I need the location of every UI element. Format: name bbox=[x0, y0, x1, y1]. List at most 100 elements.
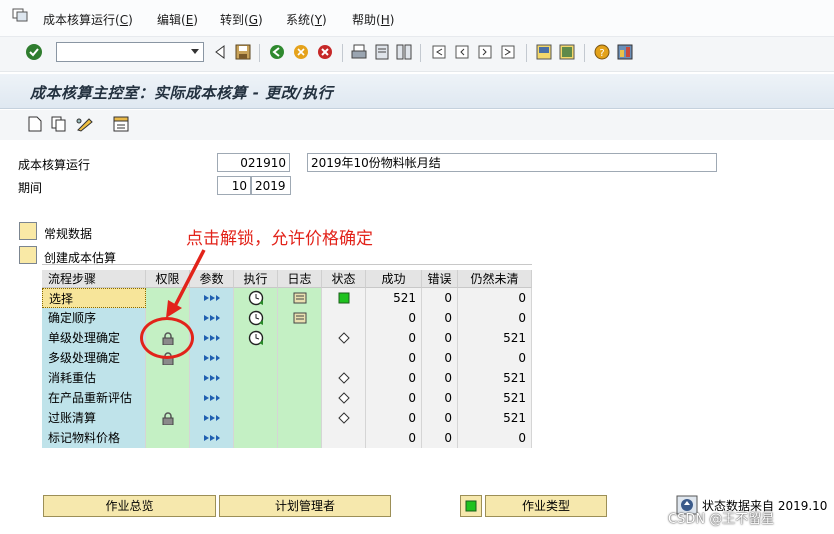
error-count: 0 bbox=[444, 311, 452, 325]
header-success: 成功 bbox=[366, 270, 422, 288]
open-count: 0 bbox=[518, 351, 526, 365]
find-next-icon[interactable] bbox=[395, 43, 413, 61]
status-green-button[interactable] bbox=[460, 495, 482, 517]
command-field[interactable] bbox=[56, 42, 204, 62]
open-count: 521 bbox=[503, 411, 526, 425]
step-mark-material-prices[interactable]: 标记物料价格 bbox=[42, 428, 146, 448]
status-diamond-icon bbox=[322, 408, 366, 428]
back-triangle-icon[interactable] bbox=[211, 43, 229, 61]
error-count: 0 bbox=[444, 331, 452, 345]
success-count: 521 bbox=[393, 291, 416, 305]
open-count: 521 bbox=[503, 391, 526, 405]
header-status: 状态 bbox=[322, 270, 366, 288]
print-icon[interactable] bbox=[350, 43, 368, 61]
error-count: 0 bbox=[444, 411, 452, 425]
application-toolbar bbox=[0, 110, 834, 140]
standard-toolbar: ? bbox=[0, 36, 834, 72]
header-errors: 错误 bbox=[422, 270, 458, 288]
step-post-closing[interactable]: 过账清算 bbox=[42, 408, 146, 428]
back-icon[interactable] bbox=[268, 43, 286, 61]
parameter-icon[interactable] bbox=[190, 348, 234, 368]
parameter-icon[interactable] bbox=[190, 328, 234, 348]
annotation-circle bbox=[140, 317, 194, 359]
execute-clock-icon[interactable] bbox=[234, 308, 278, 328]
general-data-label[interactable]: 常规数据 bbox=[44, 225, 92, 242]
parameter-icon[interactable] bbox=[190, 428, 234, 448]
year-field[interactable]: 2019 bbox=[251, 176, 291, 195]
previous-page-icon[interactable] bbox=[453, 43, 471, 61]
last-page-icon[interactable] bbox=[499, 43, 517, 61]
exit-icon[interactable] bbox=[292, 43, 310, 61]
log-scroll-icon[interactable] bbox=[278, 288, 322, 308]
display-doc-icon[interactable] bbox=[112, 115, 130, 133]
log-scroll-icon[interactable] bbox=[278, 308, 322, 328]
costing-run-id-field[interactable]: 021910 bbox=[217, 153, 290, 172]
new-session-icon[interactable] bbox=[535, 43, 553, 61]
status-diamond-icon bbox=[322, 328, 366, 348]
error-count: 0 bbox=[444, 371, 452, 385]
annotation-arrow bbox=[166, 249, 206, 318]
job-type-button[interactable]: 作业类型 bbox=[485, 495, 607, 517]
window-menu-icon[interactable] bbox=[12, 8, 28, 22]
customize-layout-icon[interactable] bbox=[616, 43, 634, 61]
error-count: 0 bbox=[444, 291, 452, 305]
costing-run-description-field[interactable]: 2019年10份物料帐月结 bbox=[307, 153, 717, 172]
menu-help[interactable]: 帮助(H) bbox=[352, 11, 394, 28]
success-count: 0 bbox=[408, 411, 416, 425]
next-page-icon[interactable] bbox=[476, 43, 494, 61]
watermark: CSDN @王不留星 bbox=[668, 512, 775, 527]
parameter-icon[interactable] bbox=[190, 408, 234, 428]
title-bar: 成本核算主控室：实际成本核算 - 更改/执行 bbox=[0, 74, 834, 109]
open-count: 521 bbox=[503, 331, 526, 345]
help-icon[interactable]: ? bbox=[593, 43, 611, 61]
success-count: 0 bbox=[408, 431, 416, 445]
planning-manager-button[interactable]: 计划管理者 bbox=[219, 495, 391, 517]
parameter-icon[interactable] bbox=[190, 368, 234, 388]
step-revaluation-consumption[interactable]: 消耗重估 bbox=[42, 368, 146, 388]
header-log: 日志 bbox=[278, 270, 322, 288]
find-icon[interactable] bbox=[373, 43, 391, 61]
enter-check-icon[interactable] bbox=[25, 43, 43, 61]
shortcut-icon[interactable] bbox=[558, 43, 576, 61]
cancel-icon[interactable] bbox=[316, 43, 334, 61]
folder-collapse-icon[interactable] bbox=[19, 246, 37, 264]
step-select[interactable]: 选择 bbox=[42, 288, 146, 308]
menu-costing-run[interactable]: 成本核算运行(C) bbox=[43, 11, 133, 28]
success-count: 0 bbox=[408, 351, 416, 365]
status-green-icon bbox=[322, 288, 366, 308]
period-label: 期间 bbox=[18, 181, 43, 195]
first-page-icon[interactable] bbox=[430, 43, 448, 61]
menu-system[interactable]: 系统(Y) bbox=[286, 11, 327, 28]
menu-edit[interactable]: 编辑(E) bbox=[157, 11, 198, 28]
open-count: 521 bbox=[503, 371, 526, 385]
execute-clock-icon[interactable] bbox=[234, 328, 278, 348]
open-count: 0 bbox=[518, 311, 526, 325]
step-wip-revaluation[interactable]: 在产品重新评估 bbox=[42, 388, 146, 408]
new-document-icon[interactable] bbox=[26, 115, 44, 133]
execute-clock-icon[interactable] bbox=[234, 288, 278, 308]
header-process-step: 流程步骤 bbox=[42, 270, 146, 288]
menu-goto[interactable]: 转到(G) bbox=[220, 11, 263, 28]
success-count: 0 bbox=[408, 311, 416, 325]
parameter-icon[interactable] bbox=[190, 388, 234, 408]
error-count: 0 bbox=[444, 351, 452, 365]
folder-expand-icon[interactable] bbox=[19, 222, 37, 240]
svg-text:?: ? bbox=[599, 48, 604, 59]
costing-run-label: 成本核算运行 bbox=[18, 158, 91, 172]
job-overview-button[interactable]: 作业总览 bbox=[43, 495, 216, 517]
edit-pencil-icon[interactable] bbox=[76, 115, 94, 133]
save-icon[interactable] bbox=[234, 43, 252, 61]
section-divider bbox=[42, 264, 532, 265]
period-field[interactable]: 10 bbox=[217, 176, 251, 195]
open-count: 0 bbox=[518, 291, 526, 305]
error-count: 0 bbox=[444, 431, 452, 445]
copy-icon[interactable] bbox=[50, 115, 68, 133]
process-step-grid: 流程步骤 权限 参数 执行 日志 状态 成功 错误 仍然未清 选择 确定顺序 单… bbox=[42, 270, 532, 448]
step-multi-level-determination[interactable]: 多级处理确定 bbox=[42, 348, 146, 368]
open-count: 0 bbox=[518, 431, 526, 445]
step-single-level-determination[interactable]: 单级处理确定 bbox=[42, 328, 146, 348]
step-determine-sequence[interactable]: 确定顺序 bbox=[42, 308, 146, 328]
chevron-down-icon[interactable] bbox=[191, 49, 199, 54]
status-diamond-icon bbox=[322, 368, 366, 388]
lock-icon[interactable] bbox=[146, 408, 190, 428]
